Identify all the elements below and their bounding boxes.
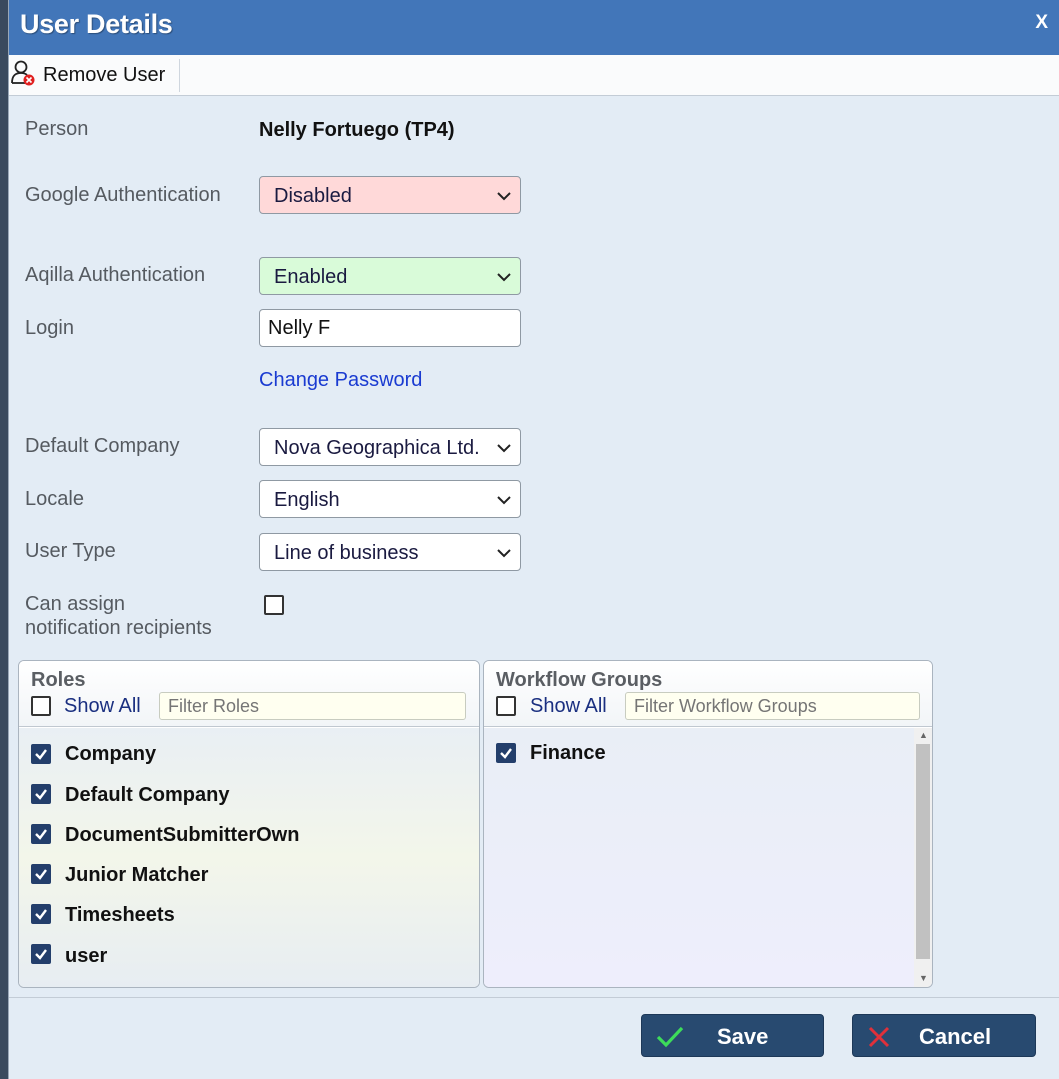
workflow-groups-panel: Workflow Groups Show All Finance ▲ ▼	[483, 660, 933, 988]
scroll-down-arrow-icon[interactable]: ▼	[919, 973, 928, 983]
workflow-group-checkbox[interactable]	[496, 743, 516, 763]
role-label: Company	[65, 743, 157, 765]
chevron-down-icon	[497, 273, 511, 282]
role-label: Junior Matcher	[65, 864, 209, 886]
role-label: Timesheets	[65, 904, 175, 926]
workflow-filter-input[interactable]	[625, 692, 920, 720]
workflow-show-all-checkbox[interactable]	[496, 696, 516, 716]
google-auth-label: Google Authentication	[25, 184, 221, 206]
dialog-title: User Details	[20, 9, 173, 39]
aqilla-auth-value: Enabled	[274, 266, 348, 288]
chevron-down-icon	[497, 444, 511, 453]
google-auth-value: Disabled	[274, 185, 352, 207]
chevron-down-icon	[497, 496, 511, 505]
google-auth-select[interactable]: Disabled	[259, 176, 521, 214]
remove-user-label: Remove User	[43, 64, 166, 86]
roles-show-all-label[interactable]: Show All	[64, 695, 141, 718]
cross-icon	[868, 1026, 890, 1048]
user-type-value: Line of business	[274, 542, 419, 564]
roles-panel-header: Roles Show All	[19, 661, 479, 727]
can-assign-checkbox[interactable]	[264, 595, 284, 615]
role-checkbox[interactable]	[31, 784, 51, 804]
can-assign-label-line1: Can assign	[25, 593, 126, 615]
close-button[interactable]: X	[1035, 12, 1048, 34]
cancel-label: Cancel	[919, 1024, 992, 1049]
role-label: DocumentSubmitterOwn	[65, 824, 300, 846]
workflow-group-label: Finance	[530, 742, 606, 764]
scroll-up-arrow-icon[interactable]: ▲	[919, 730, 928, 740]
cancel-button[interactable]: Cancel	[852, 1014, 1036, 1057]
aqilla-auth-select[interactable]: Enabled	[259, 257, 521, 295]
role-checkbox[interactable]	[31, 824, 51, 844]
role-checkbox[interactable]	[31, 944, 51, 964]
footer-divider	[9, 997, 1059, 998]
user-type-label: User Type	[25, 540, 116, 562]
user-type-select[interactable]: Line of business	[259, 533, 521, 571]
role-checkbox[interactable]	[31, 904, 51, 924]
locale-select[interactable]: English	[259, 480, 521, 518]
roles-filter-input[interactable]	[159, 692, 466, 720]
user-remove-icon	[11, 60, 35, 91]
role-label: Default Company	[65, 784, 230, 806]
can-assign-label: Can assign notification recipients	[25, 592, 212, 640]
change-password-link[interactable]: Change Password	[259, 369, 422, 392]
person-label: Person	[25, 118, 89, 140]
chevron-down-icon	[497, 549, 511, 558]
role-label: user	[65, 945, 108, 967]
roles-panel: Roles Show All Company Default Company D…	[18, 660, 480, 988]
toolbar: Remove User	[9, 55, 1059, 96]
save-label: Save	[717, 1024, 769, 1049]
default-company-select[interactable]: Nova Geographica Ltd.	[259, 428, 521, 466]
default-company-value: Nova Geographica Ltd.	[274, 437, 480, 459]
can-assign-label-line2: notification recipients	[25, 617, 212, 639]
workflow-groups-scrollbar[interactable]: ▲ ▼	[914, 728, 932, 987]
scrollbar-thumb[interactable]	[916, 744, 930, 959]
locale-label: Locale	[25, 488, 84, 510]
roles-title: Roles	[31, 669, 86, 691]
workflow-groups-list: Finance	[484, 728, 914, 987]
workflow-show-all-label[interactable]: Show All	[530, 695, 607, 718]
login-input[interactable]	[259, 309, 521, 347]
role-checkbox[interactable]	[31, 864, 51, 884]
workflow-groups-panel-header: Workflow Groups Show All	[484, 661, 932, 727]
locale-value: English	[274, 489, 340, 511]
role-checkbox[interactable]	[31, 744, 51, 764]
person-value: Nelly Fortuego (TP4)	[259, 119, 455, 141]
login-label: Login	[25, 317, 74, 339]
remove-user-button[interactable]: Remove User	[9, 59, 181, 92]
roles-show-all-checkbox[interactable]	[31, 696, 51, 716]
chevron-down-icon	[497, 192, 511, 201]
save-button[interactable]: Save	[641, 1014, 824, 1057]
dialog-titlebar: User Details X	[9, 0, 1059, 55]
workflow-groups-title: Workflow Groups	[496, 669, 663, 691]
aqilla-auth-label: Aqilla Authentication	[25, 264, 206, 286]
user-details-dialog: User Details X Remove User Person Nelly …	[8, 0, 1059, 1079]
roles-list: Company Default Company DocumentSubmitte…	[19, 728, 479, 987]
default-company-label: Default Company	[25, 435, 180, 457]
checkmark-icon	[656, 1026, 684, 1048]
